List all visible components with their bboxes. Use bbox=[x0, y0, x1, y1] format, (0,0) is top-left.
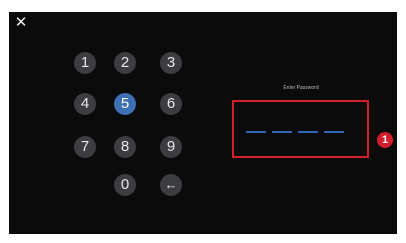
key-6[interactable]: 6 bbox=[160, 93, 182, 115]
key-8[interactable]: 8 bbox=[114, 136, 136, 158]
key-1[interactable]: 1 bbox=[74, 52, 96, 74]
key-3[interactable]: 3 bbox=[160, 52, 182, 74]
password-slot bbox=[272, 131, 292, 133]
callout-marker: 1 bbox=[377, 132, 393, 148]
key-4[interactable]: 4 bbox=[74, 93, 96, 115]
password-slot bbox=[298, 131, 318, 133]
password-field-highlight[interactable] bbox=[232, 100, 369, 158]
password-screen: ✕ 1 2 3 4 5 6 7 8 9 0 ← Enter Password 1 bbox=[9, 12, 397, 234]
password-slot bbox=[246, 131, 266, 133]
password-slots bbox=[246, 131, 344, 133]
password-slot bbox=[324, 131, 344, 133]
close-icon[interactable]: ✕ bbox=[14, 15, 28, 30]
key-7[interactable]: 7 bbox=[74, 136, 96, 158]
key-5[interactable]: 5 bbox=[114, 93, 136, 115]
password-label: Enter Password bbox=[283, 85, 319, 91]
key-0[interactable]: 0 bbox=[114, 174, 136, 196]
backspace-arrow-icon[interactable]: ← bbox=[160, 174, 182, 196]
key-9[interactable]: 9 bbox=[160, 136, 182, 158]
key-2[interactable]: 2 bbox=[114, 52, 136, 74]
